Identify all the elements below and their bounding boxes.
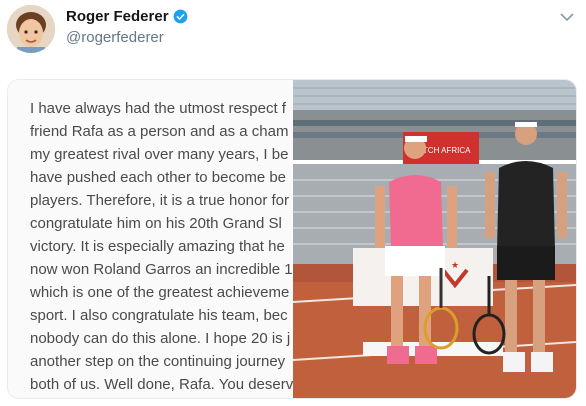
statement-line: now won Roland Garros an incredible 1 [30, 261, 293, 278]
author-handle[interactable]: @rogerfederer [66, 29, 164, 46]
chevron-down-icon[interactable] [560, 12, 574, 22]
statement-line: victory. It is especially amazing that h… [30, 238, 285, 255]
players-photo: MATCH AFRICA ★ [293, 80, 576, 398]
statement-line: I have always had the utmost respect f [30, 100, 286, 117]
tweet-header: Roger Federer @rogerfederer [0, 0, 586, 60]
statement-line: friend Rafa as a person and as a cham [30, 123, 289, 140]
statement-line: which is one of the greatest achieveme [30, 284, 290, 301]
statement-image: I have always had the utmost respect f f… [8, 80, 293, 398]
avatar-image [7, 5, 55, 53]
statement-line: nobody can do this alone. I hope 20 is j [30, 330, 291, 347]
statement-line: another step on the continuing journey [30, 353, 286, 370]
statement-line: my greatest rival over many years, I be [30, 146, 289, 163]
avatar[interactable] [7, 5, 55, 53]
statement-line: both of us. Well done, Rafa. You deserv [30, 376, 293, 393]
statement-line: congratulate him on his 20th Grand Sl [30, 215, 282, 232]
statement-line: sport. I also congratulate his team, bec [30, 307, 288, 324]
svg-text:★: ★ [451, 260, 459, 270]
verified-badge-icon [173, 9, 187, 24]
statement-line: players. Therefore, it is a true honor f… [30, 192, 290, 209]
author-name[interactable]: Roger Federer [66, 8, 169, 25]
statement-line: have pushed each other to become be [30, 169, 287, 186]
tweet-media[interactable]: I have always had the utmost respect f f… [7, 79, 577, 399]
